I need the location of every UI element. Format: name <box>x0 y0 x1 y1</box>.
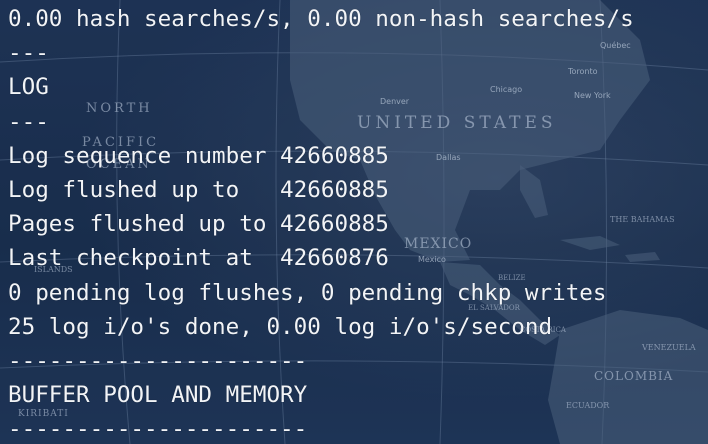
terminal-line: 0 pending log flushes, 0 pending chkp wr… <box>8 279 607 306</box>
terminal-window[interactable]: NORTH PACIFIC OCEAN UNITED STATES MEXICO… <box>0 0 708 444</box>
terminal-line: Pages flushed up to 42660885 <box>8 211 389 238</box>
terminal-line: --- <box>8 40 49 67</box>
terminal-line: Log sequence number 42660885 <box>8 142 389 169</box>
terminal-line: ---------------------- <box>8 416 308 443</box>
terminal-output: 0.00 hash searches/s, 0.00 non-hash sear… <box>0 0 708 444</box>
terminal-line: 0.00 hash searches/s, 0.00 non-hash sear… <box>8 6 634 32</box>
terminal-line: ---------------------- <box>8 347 308 374</box>
terminal-line: LOG <box>8 74 49 101</box>
terminal-line: --- <box>8 108 49 135</box>
terminal-line: Last checkpoint at 42660876 <box>8 245 389 272</box>
terminal-line: BUFFER POOL AND MEMORY <box>8 382 308 409</box>
terminal-line: Log flushed up to 42660885 <box>8 176 389 203</box>
terminal-line: 25 log i/o's done, 0.00 log i/o's/second <box>8 313 553 340</box>
